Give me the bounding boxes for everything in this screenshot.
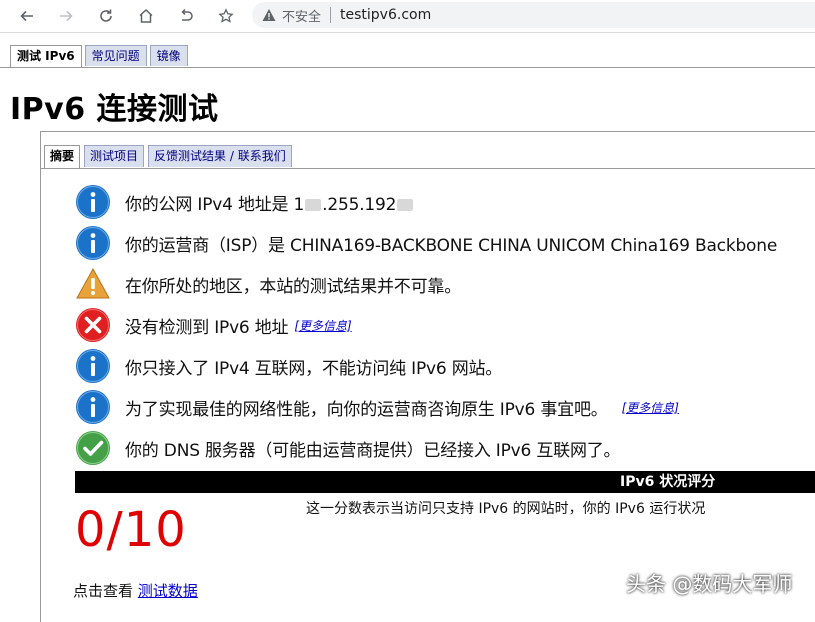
warning-icon [262,8,276,22]
test-data-link[interactable]: 测试数据 [138,582,198,600]
page-title: IPv6 连接测试 [10,92,219,127]
redacted-mask [305,198,322,211]
result-text: 你的 DNS 服务器（可能由运营商提供）已经接入 IPv6 互联网了。 [125,440,621,461]
tab-feedback-contact[interactable]: 反馈测试结果 / 联系我们 [148,145,292,167]
tab-test-ipv6[interactable]: 测试 IPv6 [10,45,82,68]
warning-triangle-icon [75,266,111,302]
footer-prefix: 点击查看 [73,582,134,600]
tab-mirrors[interactable]: 镜像 [149,45,188,66]
info-icon [75,225,111,261]
score-description: 这一分数表示当访问只支持 IPv6 的网站时，你的 IPv6 运行状况 [306,501,706,517]
result-text: 你只接入了 IPv4 互联网，不能访问纯 IPv6 网站。 [125,358,503,379]
reload-button[interactable] [93,3,119,29]
info-icon [75,348,111,384]
info-icon [75,389,111,425]
site-tabs-divider [0,67,815,68]
watermark: 头条 @数码大军师 [626,572,793,596]
info-icon [75,184,111,220]
bookmark-star-icon [218,8,234,23]
result-text: 你的公网 IPv4 地址是 1.255.192 [125,190,414,215]
more-info-link[interactable]: [更多信息] [294,317,351,334]
redacted-mask [397,198,414,211]
home-button[interactable] [133,3,159,29]
home-icon [139,8,153,23]
result-row-ask-isp: 为了实现最佳的网络性能，向你的运营商咨询原生 IPv6 事宜吧。 [更多信息] [75,387,679,427]
bookmark-button[interactable] [213,3,239,29]
back-button[interactable] [14,3,40,29]
tab-tests-run[interactable]: 测试项目 [84,145,145,167]
undo-icon [181,8,193,21]
footer-test-data: 点击查看 测试数据 [73,580,198,601]
inner-tabs: 摘要 测试项目 反馈测试结果 / 联系我们 [44,145,296,169]
score-heading: IPv6 状况评分 [620,474,716,490]
omnibox-separator [330,7,332,23]
result-row-ipv4: 你的公网 IPv4 地址是 1.255.192 [75,182,414,222]
browser-toolbar: 不安全 testipv6.com [0,0,815,33]
forward-button[interactable] [53,3,79,29]
inner-tabs-divider [41,168,815,169]
result-row-no-ipv6: 没有检测到 IPv6 地址 [更多信息] [75,305,352,345]
tab-faq[interactable]: 常见问题 [84,45,147,66]
address-bar[interactable]: 不安全 testipv6.com [252,2,815,28]
undo-button[interactable] [173,3,199,29]
error-x-icon [75,307,111,343]
score-value: 0/10 [75,502,187,558]
tab-summary[interactable]: 摘要 [44,145,81,169]
result-row-region-warning: 在你所处的地区，本站的测试结果并不可靠。 [75,264,461,304]
result-row-isp: 你的运营商（ISP）是 CHINA169-BACKBONE CHINA UNIC… [75,223,777,263]
more-info-link[interactable]: [更多信息] [622,399,679,416]
back-icon [20,10,33,22]
security-label[interactable]: 不安全 [282,6,321,25]
result-text: 在你所处的地区，本站的测试结果并不可靠。 [125,276,461,297]
result-text: 为了实现最佳的网络性能，向你的运营商咨询原生 IPv6 事宜吧。 [125,399,608,420]
success-check-icon [75,430,111,466]
reload-icon [100,9,112,22]
result-text: 你的运营商（ISP）是 CHINA169-BACKBONE CHINA UNIC… [125,235,778,256]
result-row-dns: 你的 DNS 服务器（可能由运营商提供）已经接入 IPv6 互联网了。 [75,428,621,468]
result-text: 没有检测到 IPv6 地址 [125,317,289,338]
result-row-ipv4-only: 你只接入了 IPv4 互联网，不能访问纯 IPv6 网站。 [75,346,502,386]
forward-icon [60,10,73,22]
url-text[interactable]: testipv6.com [340,7,431,23]
site-tabs: 测试 IPv6 常见问题 镜像 [10,45,191,68]
